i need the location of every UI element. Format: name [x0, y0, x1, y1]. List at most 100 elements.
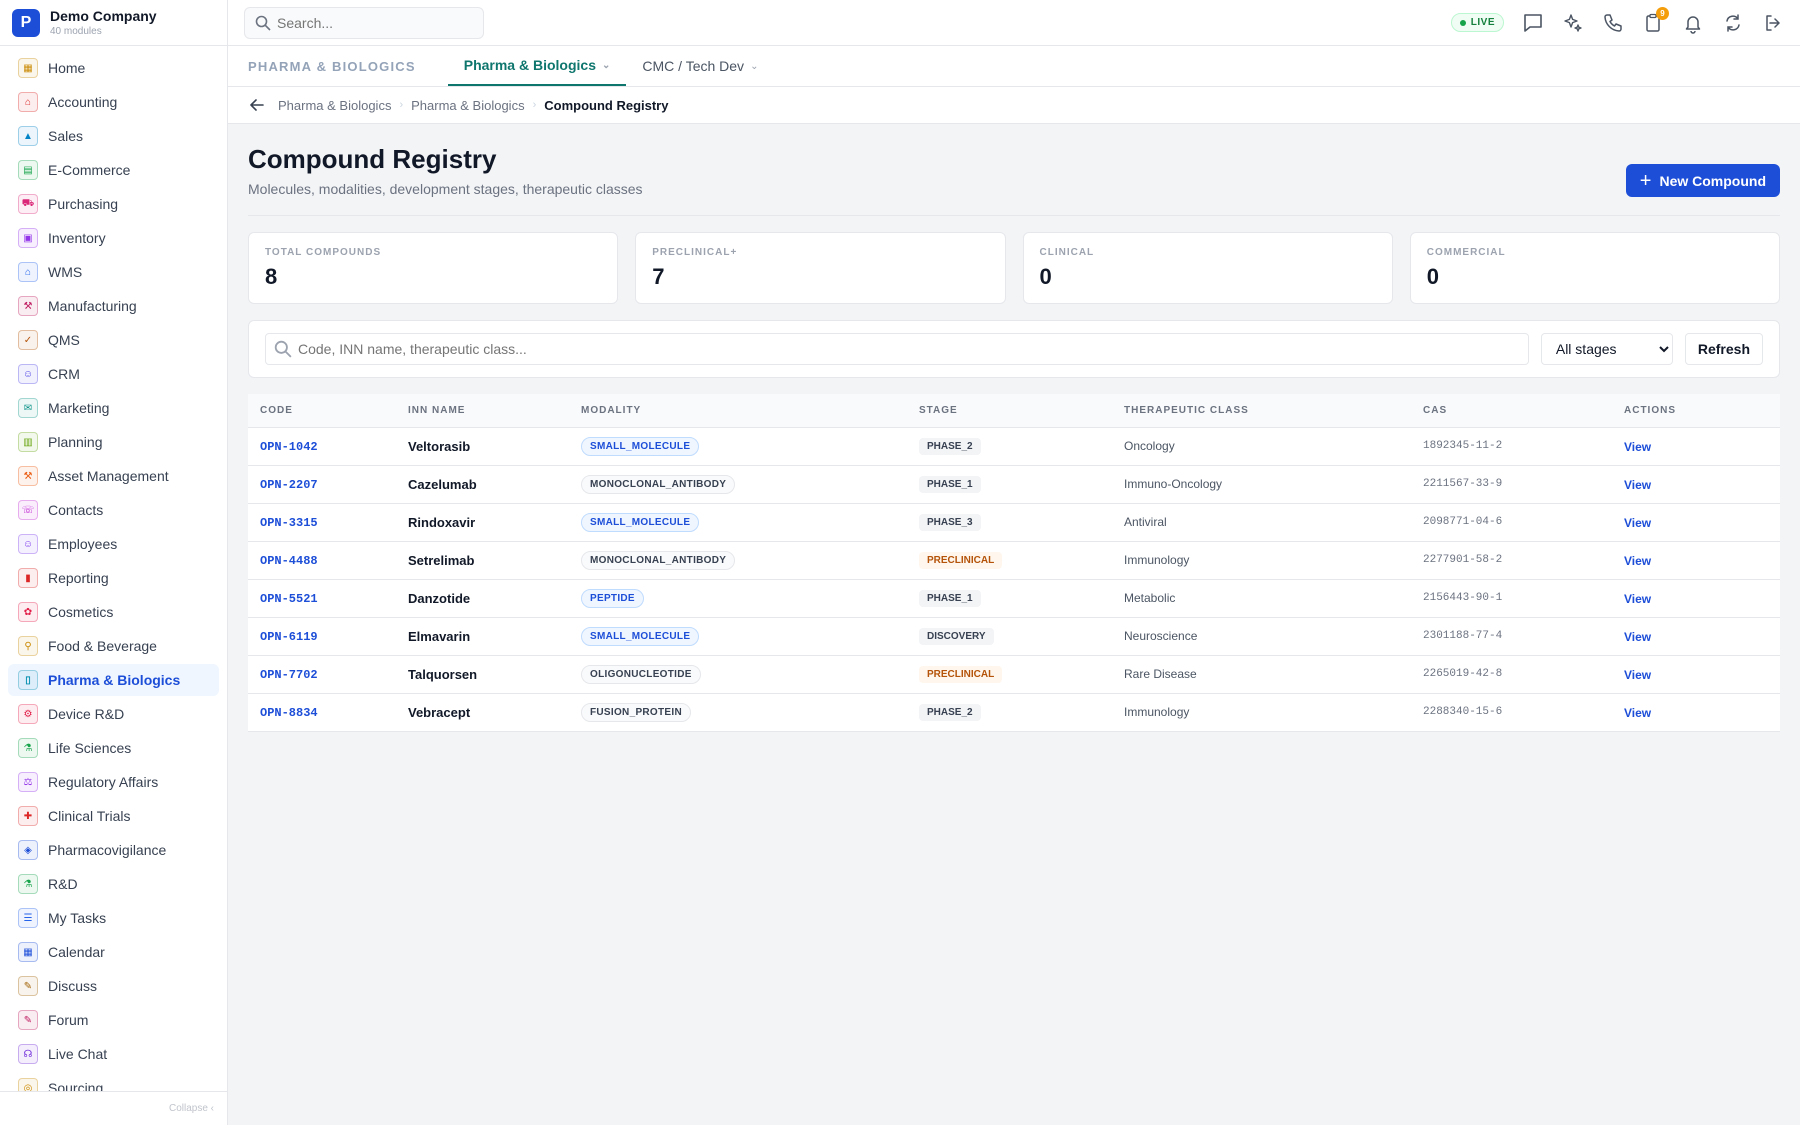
cosmetics-module-icon: ✿ [18, 602, 38, 622]
sidebar-item-pharmacovigilance[interactable]: ◈ Pharmacovigilance [8, 834, 219, 866]
brand[interactable]: P Demo Company 40 modules [0, 0, 227, 46]
sidebar-item-marketing[interactable]: ✉ Marketing [8, 392, 219, 424]
page-title: Compound Registry [248, 144, 497, 174]
compound-code-link[interactable]: OPN-5521 [260, 592, 318, 606]
sidebar-item-pharma-and-biologics[interactable]: ▯ Pharma & Biologics [8, 664, 219, 696]
chevron-down-icon: ⌄ [750, 60, 759, 72]
sidebar-item-discuss[interactable]: ✎ Discuss [8, 970, 219, 1002]
sidebar-item-inventory[interactable]: ▣ Inventory [8, 222, 219, 254]
compound-code-link[interactable]: OPN-7702 [260, 668, 318, 682]
cell-stage: PRECLINICAL [907, 541, 1112, 580]
table-row[interactable]: OPN-8834 Vebracept FUSION_PROTEIN PHASE_2 Im… [248, 693, 1780, 732]
compound-code-link[interactable]: OPN-4488 [260, 554, 318, 568]
sidebar-item-asset-management[interactable]: ⚒ Asset Management [8, 460, 219, 492]
new-compound-button[interactable]: + New Compound [1625, 164, 1780, 197]
phone-icon[interactable] [1602, 12, 1624, 34]
sidebar-item-reporting[interactable]: ▮ Reporting [8, 562, 219, 594]
sidebar-item-crm[interactable]: ☺ CRM [8, 358, 219, 390]
sidebar-item-qms[interactable]: ✓ QMS [8, 324, 219, 356]
sidebar-item-sales[interactable]: ▲ Sales [8, 120, 219, 152]
compound-code-link[interactable]: OPN-2207 [260, 478, 318, 492]
sidebar-item-e-commerce[interactable]: ▤ E-Commerce [8, 154, 219, 186]
refresh-button[interactable]: Refresh [1684, 333, 1763, 365]
table-row[interactable]: OPN-1042 Veltorasib SMALL_MOLECULE PHASE_2 O… [248, 427, 1780, 466]
table-row[interactable]: OPN-3315 Rindoxavir SMALL_MOLECULE PHASE_3 A… [248, 503, 1780, 542]
breadcrumb-item[interactable]: Pharma & Biologics [411, 98, 524, 113]
view-link[interactable]: View [1624, 592, 1651, 606]
sidebar-item-planning[interactable]: ▥ Planning [8, 426, 219, 458]
sidebar-item-purchasing[interactable]: ⛟ Purchasing [8, 188, 219, 220]
sidebar-item-regulatory-affairs[interactable]: ⚖ Regulatory Affairs [8, 766, 219, 798]
chat-icon[interactable] [1522, 12, 1544, 34]
breadcrumb-item[interactable]: Pharma & Biologics [278, 98, 391, 113]
tab-pharma-biologics[interactable]: Pharma & Biologics ⌄ [447, 46, 627, 86]
sidebar-item-calendar[interactable]: ▦ Calendar [8, 936, 219, 968]
view-link[interactable]: View [1624, 668, 1651, 682]
sidebar-item-forum[interactable]: ✎ Forum [8, 1004, 219, 1036]
compound-code-link[interactable]: OPN-1042 [260, 440, 318, 454]
stat-card: COMMERCIAL 0 [1409, 232, 1780, 304]
back-arrow-icon[interactable] [248, 96, 266, 114]
table-header-row: CODE INN NAME MODALITY STAGE THERAPEUTIC CLA… [248, 394, 1780, 428]
cell-stage: DISCOVERY [907, 617, 1112, 656]
view-link[interactable]: View [1624, 440, 1651, 454]
sync-icon[interactable] [1722, 12, 1744, 34]
bell-icon[interactable] [1682, 12, 1704, 34]
tab-cmc-tech-dev[interactable]: CMC / Tech Dev ⌄ [626, 46, 774, 86]
sidebar-item-device-randd[interactable]: ⚙ Device R&D [8, 698, 219, 730]
sidebar-item-life-sciences[interactable]: ⚗ Life Sciences [8, 732, 219, 764]
company-name: Demo Company [50, 8, 157, 24]
cell-code: OPN-5521 [248, 579, 396, 618]
sidebar-item-accounting[interactable]: ⌂ Accounting [8, 86, 219, 118]
accounting-module-icon: ⌂ [18, 92, 38, 112]
view-link[interactable]: View [1624, 630, 1651, 644]
cell-actions: View [1612, 503, 1780, 542]
compound-code-link[interactable]: OPN-3315 [260, 516, 318, 530]
sidebar-item-label: Calendar [48, 944, 105, 960]
stage-filter-select[interactable]: All stages [1540, 333, 1673, 365]
compound-code-link[interactable]: OPN-6119 [260, 630, 318, 644]
compound-code-link[interactable]: OPN-8834 [260, 706, 318, 720]
sidebar-item-label: Live Chat [48, 1046, 108, 1062]
sidebar-item-clinical-trials[interactable]: ✚ Clinical Trials [8, 800, 219, 832]
table-row[interactable]: OPN-7702 Talquorsen OLIGONUCLEOTIDE PRECLIN… [248, 655, 1780, 694]
sidebar-item-contacts[interactable]: ☏ Contacts [8, 494, 219, 526]
sidebar-nav: ▦ Home ⌂ Accounting ▲ Sales ▤ E-Commerce ⛟ Purcha… [0, 46, 227, 1091]
sparkle-ai-icon[interactable] [1562, 12, 1584, 34]
sidebar-item-my-tasks[interactable]: ☰ My Tasks [8, 902, 219, 934]
view-link[interactable]: View [1624, 554, 1651, 568]
sidebar-item-label: Life Sciences [48, 740, 132, 756]
calendar-module-icon: ▦ [18, 942, 38, 962]
view-link[interactable]: View [1624, 478, 1651, 492]
sidebar-item-manufacturing[interactable]: ⚒ Manufacturing [8, 290, 219, 322]
cell-modality: OLIGONUCLEOTIDE [569, 655, 907, 694]
sidebar-item-employees[interactable]: ☺ Employees [8, 528, 219, 560]
view-link[interactable]: View [1624, 516, 1651, 530]
sidebar-item-label: Regulatory Affairs [48, 774, 159, 790]
modality-badge: OLIGONUCLEOTIDE [581, 664, 701, 684]
logout-icon[interactable] [1762, 12, 1784, 34]
global-search-input[interactable] [277, 14, 467, 31]
cell-cas: 2098771-04-6 [1411, 503, 1612, 542]
sidebar-item-randd[interactable]: ⚗ R&D [8, 868, 219, 900]
table-row[interactable]: OPN-4488 Setrelimab MONOCLONAL_ANTIBODY PRE… [248, 541, 1780, 580]
table-row[interactable]: OPN-2207 Cazelumab MONOCLONAL_ANTIBODY PHAS… [248, 465, 1780, 504]
cell-cas: 2277901-58-2 [1411, 541, 1612, 580]
collapse-button[interactable]: Collapse ‹ [0, 1091, 227, 1125]
sidebar-item-label: Planning [48, 434, 103, 450]
global-search[interactable] [244, 6, 484, 39]
sidebar-item-wms[interactable]: ⌂ WMS [8, 256, 219, 288]
sidebar-item-cosmetics[interactable]: ✿ Cosmetics [8, 596, 219, 628]
sidebar-item-food-and-beverage[interactable]: ⚲ Food & Beverage [8, 630, 219, 662]
view-link[interactable]: View [1624, 706, 1651, 720]
sidebar-item-home[interactable]: ▦ Home [8, 52, 219, 84]
compound-search[interactable] [265, 333, 1529, 365]
compound-search-input[interactable] [298, 341, 1520, 357]
table-row[interactable]: OPN-5521 Danzotide PEPTIDE PHASE_1 Metabolic… [248, 579, 1780, 618]
sidebar-item-sourcing[interactable]: ◎ Sourcing [8, 1072, 219, 1091]
table-row[interactable]: OPN-6119 Elmavarin SMALL_MOLECULE DISCOVERY… [248, 617, 1780, 656]
sidebar-item-live-chat[interactable]: ☊ Live Chat [8, 1038, 219, 1070]
regulatory-affairs-module-icon: ⚖ [18, 772, 38, 792]
clipboard-tasks-icon[interactable]: 9 [1642, 6, 1669, 34]
home-module-icon: ▦ [18, 58, 38, 78]
